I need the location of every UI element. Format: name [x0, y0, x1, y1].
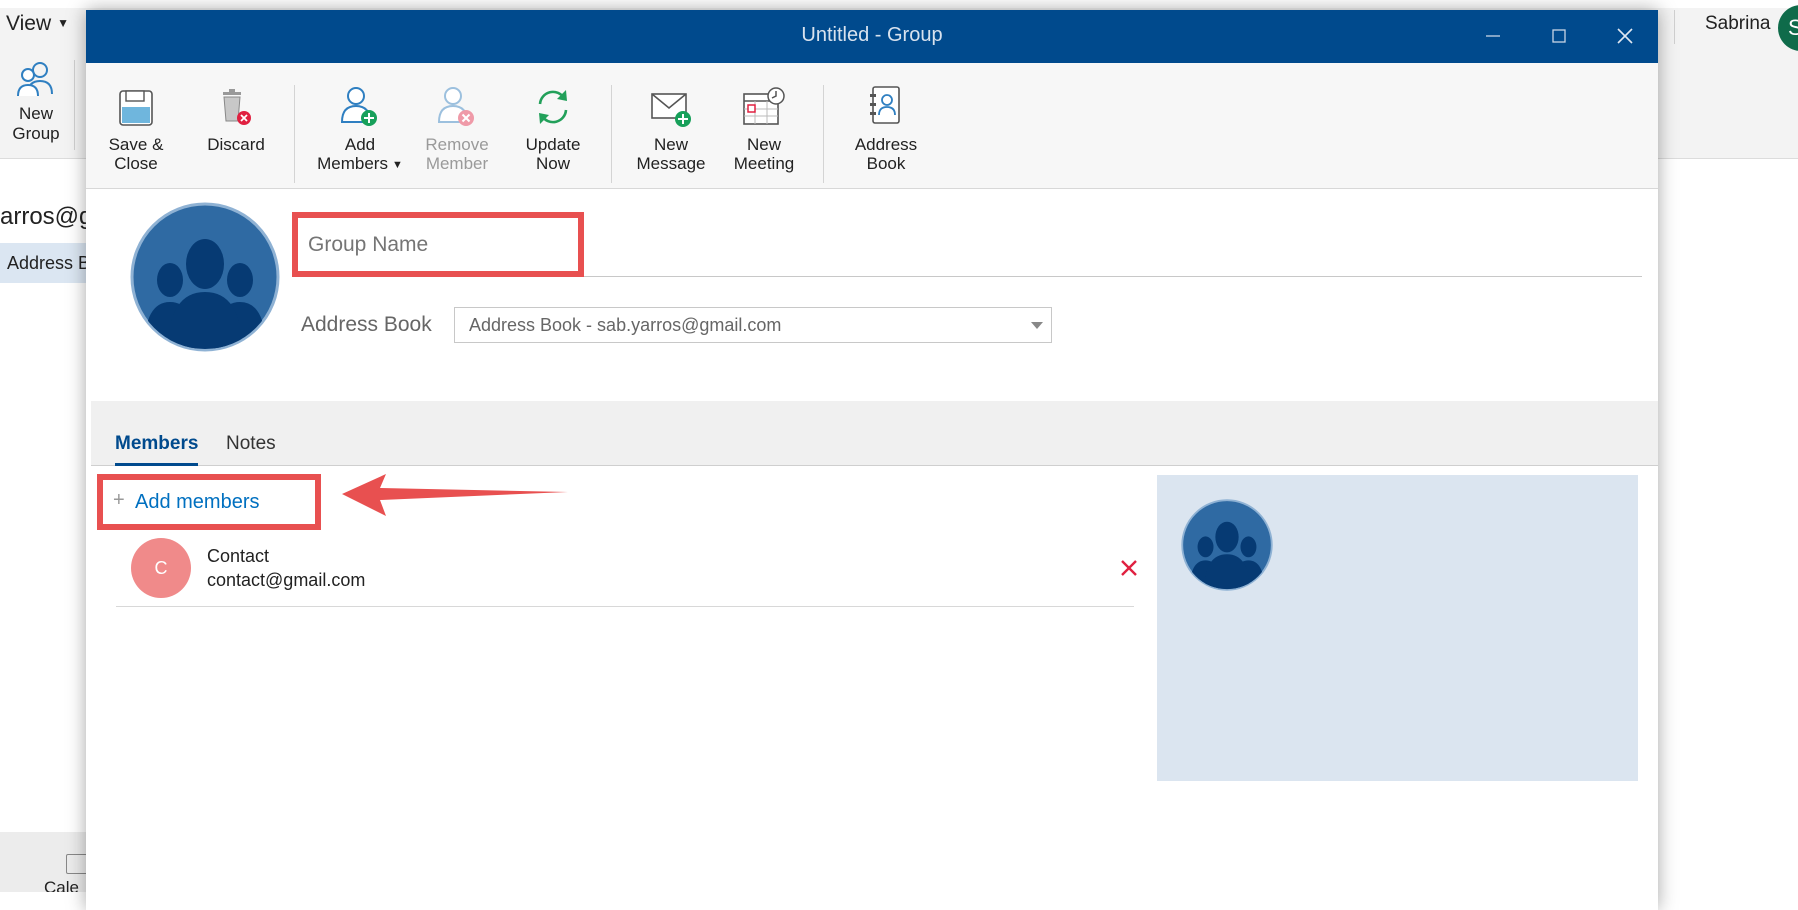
ribbon-separator [823, 85, 824, 183]
group-preview-panel [1157, 475, 1638, 781]
close-button[interactable] [1605, 20, 1645, 52]
tab-bar: Members Notes [91, 401, 1658, 466]
background-top-strip [0, 0, 1798, 8]
save-close-button[interactable]: Save & Close [100, 80, 172, 173]
list-item[interactable]: C Contact contact@gmail.com [116, 532, 1137, 607]
group-name-underline [584, 276, 1642, 277]
avatar: C [131, 538, 191, 598]
maximize-icon [1552, 29, 1566, 43]
member-name: Contact [207, 546, 270, 566]
address-book-button[interactable]: Address Book [842, 80, 930, 173]
group-avatar[interactable] [130, 202, 280, 357]
group-icon [1181, 499, 1273, 591]
member-email: contact@gmail.com [207, 570, 366, 590]
calendar-icon[interactable] [66, 854, 86, 874]
sidebar-item-address-book[interactable]: Address B [0, 243, 86, 283]
chevron-down-icon [1031, 322, 1043, 329]
remove-member-button[interactable]: Remove Member [420, 80, 494, 173]
title-bar: Untitled - Group [86, 10, 1658, 63]
refresh-icon [538, 90, 568, 124]
group-name-field[interactable] [292, 212, 584, 277]
remove-member-icon [437, 87, 474, 126]
group-icon [130, 202, 280, 352]
address-book-dropdown[interactable]: Address Book - sab.yarros@gmail.com [454, 307, 1052, 343]
new-group-icon [17, 62, 53, 97]
address-book-icon [870, 86, 900, 124]
new-message-icon [651, 93, 691, 127]
discard-button[interactable]: Discard [202, 80, 270, 154]
address-book-selected-value: Address Book - sab.yarros@gmail.com [469, 315, 782, 335]
calendar-label: Cale [44, 878, 79, 892]
group-name-input[interactable] [298, 218, 578, 271]
new-message-button[interactable]: New Message [631, 80, 711, 173]
chevron-down-icon: ▼ [391, 159, 403, 171]
minimize-button[interactable] [1473, 20, 1513, 52]
new-meeting-button[interactable]: New Meeting [726, 80, 802, 173]
discard-icon [223, 89, 251, 125]
add-members-button[interactable]: Add Members ▼ [312, 80, 408, 175]
new-group-button[interactable]: New Group [6, 58, 66, 144]
header-separator [1674, 10, 1675, 44]
maximize-button[interactable] [1539, 20, 1579, 52]
plus-icon: + [113, 489, 125, 511]
add-members-link[interactable]: + Add members [97, 474, 321, 530]
new-meeting-icon [743, 87, 785, 125]
user-name: Sabrina [1705, 13, 1771, 34]
add-members-label: Add members [135, 491, 260, 513]
add-member-icon [340, 87, 377, 126]
ribbon-separator [74, 60, 75, 150]
close-icon [1617, 28, 1633, 44]
account-email: arros@g [0, 203, 86, 230]
close-icon [1121, 560, 1137, 576]
ribbon: Save & Close Discard Add Members ▼ Remov… [86, 63, 1658, 189]
annotation-arrow [342, 474, 568, 516]
tab-notes[interactable]: Notes [226, 433, 276, 455]
group-dialog: Untitled - Group Save & Close Discard Ad… [86, 10, 1658, 910]
ribbon-separator [611, 85, 612, 183]
window-title: Untitled - Group [801, 24, 943, 46]
update-now-button[interactable]: Update Now [517, 80, 589, 173]
view-menu[interactable]: View ▼ [6, 12, 69, 36]
ribbon-separator [294, 85, 295, 183]
bottom-nav: Cale [0, 832, 86, 892]
address-book-label: Address Book [301, 313, 432, 336]
remove-member-button[interactable] [1117, 556, 1141, 580]
minimize-icon [1486, 35, 1500, 37]
tab-members[interactable]: Members [115, 433, 199, 466]
save-icon [119, 90, 153, 126]
